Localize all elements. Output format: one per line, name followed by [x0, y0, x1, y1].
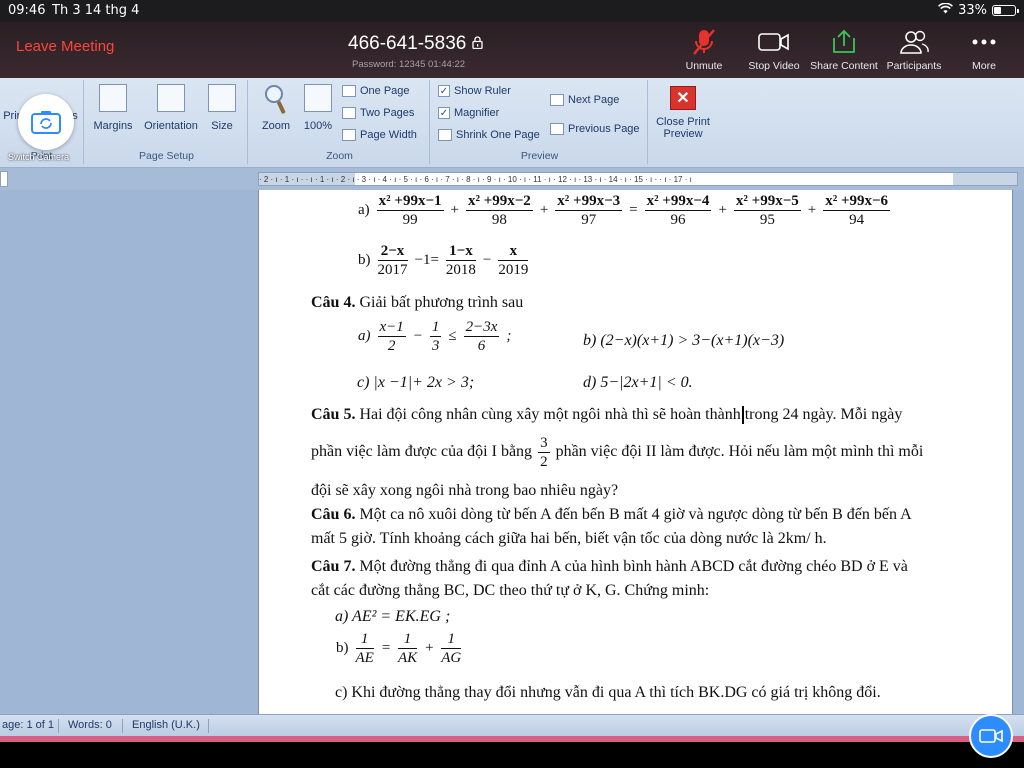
- margins-icon: [99, 84, 127, 112]
- question-4d: d) 5−|2x+1| < 0.: [583, 374, 693, 391]
- preview-group: ✓ Show Ruler ✓ Magnifier Shrink One Page N…: [432, 80, 648, 164]
- equation-b: b) 2−x 2017 −1= 1−x 2018 − x 2019: [358, 243, 529, 278]
- document-page[interactable]: a) x² +99x−1 99 + x² +99x−2 98 + x² +99x−3…: [258, 190, 1013, 714]
- word-ribbon: Prin s Print Margins Orientation Size Pa…: [0, 78, 1024, 168]
- question-4a: a) x−1 2 − 13 ≤ 2−3x 6 ;: [358, 319, 512, 354]
- switch-camera-button[interactable]: [18, 94, 74, 150]
- question-5-line-1: Câu 5. Hai đội công nhân cùng xây một ng…: [311, 406, 903, 425]
- equation-a: a) x² +99x−1 99 + x² +99x−2 98 + x² +99x−3…: [358, 193, 891, 228]
- size-icon: [208, 84, 236, 112]
- ruler-ticks: · 2 · ı · 1 · ı · · ı · 1 · ı · 2 · ı · …: [259, 175, 692, 184]
- magnifier-checkbox[interactable]: ✓ Magnifier: [438, 107, 499, 119]
- more-dots-icon: [944, 26, 1024, 58]
- magnifier-icon: [254, 84, 298, 120]
- participants-icon: [874, 26, 954, 58]
- page-width-icon: [342, 129, 356, 141]
- question-5-line-2: phần việc làm được của đội I bằng 32 phầ…: [311, 435, 924, 470]
- margins-button[interactable]: Margins: [90, 84, 136, 132]
- language[interactable]: English (U.K.): [132, 719, 200, 731]
- question-7a: a) AE² = EK.EG ;: [335, 608, 451, 625]
- size-button[interactable]: Size: [206, 84, 238, 132]
- bottom-border: [0, 742, 1024, 768]
- video-camera-icon: [979, 729, 1003, 743]
- meeting-id-text: 466-641-5836: [348, 33, 467, 54]
- status-right: 33%: [938, 2, 1019, 18]
- battery-percent: 33%: [958, 3, 987, 18]
- ruler-bar: · 2 · ı · 1 · ı · · ı · 1 · ı · 2 · ı · …: [0, 168, 1024, 190]
- page-100-icon: [304, 84, 332, 112]
- page-count[interactable]: age: 1 of 1: [2, 719, 54, 731]
- zoom-group: Zoom 100% One Page Two Pages Page Width …: [250, 80, 430, 164]
- show-ruler-checkbox[interactable]: ✓ Show Ruler: [438, 85, 511, 97]
- next-page-icon: [550, 94, 564, 106]
- muted-mic-icon: [664, 26, 744, 58]
- question-7b: b) 1 AE = 1 AK + 1 AG: [336, 631, 462, 666]
- clock: 09:46: [8, 3, 46, 18]
- orientation-icon: [157, 84, 185, 112]
- one-page-button[interactable]: One Page: [342, 85, 410, 97]
- question-5-line-3: đội sẽ xây xong ngôi nhà trong bao nhiêu…: [311, 482, 619, 499]
- previous-page-icon: [550, 123, 564, 135]
- question-4c: c) |x −1|+ 2x > 3;: [357, 374, 475, 391]
- question-7-line-1: Câu 7. Một đường thẳng đi qua đỉnh A của…: [311, 558, 908, 575]
- page-setup-group: Margins Orientation Size Page Setup: [86, 80, 248, 164]
- one-page-icon: [342, 85, 356, 97]
- wifi-icon: [938, 2, 954, 18]
- question-7c: c) Khi đường thẳng thay đổi nhưng vẫn đi…: [335, 684, 881, 701]
- lock-icon: [472, 36, 483, 52]
- ruler-tab-selector[interactable]: [0, 171, 8, 187]
- leave-meeting-button[interactable]: Leave Meeting: [16, 38, 114, 55]
- share-icon: [804, 26, 884, 58]
- switch-camera-label: Switch Camera: [8, 152, 70, 162]
- screen: 09:46 Th 3 14 thg 4 33% Leave Meeting 46…: [0, 0, 1024, 768]
- zoom-toolbar: Leave Meeting 466-641-5836 Password: 123…: [0, 22, 1024, 78]
- orientation-button[interactable]: Orientation: [138, 84, 204, 132]
- preview-group-label: Preview: [520, 150, 559, 162]
- text-cursor: [741, 406, 744, 425]
- checkbox-checked-icon: ✓: [438, 85, 450, 97]
- question-7-line-2: cắt các đường thẳng BC, DC theo thứ tự ở…: [311, 582, 710, 599]
- battery-icon: [992, 5, 1019, 16]
- question-6-line-2: mất 5 giờ. Tính khoảng cách giữa hai bến…: [311, 530, 827, 547]
- next-page-button[interactable]: Next Page: [550, 94, 619, 106]
- zoom-100-button[interactable]: 100%: [300, 84, 336, 132]
- video-float-button[interactable]: [969, 714, 1013, 758]
- horizontal-ruler[interactable]: · 2 · ı · 1 · ı · · ı · 1 · ı · 2 · ı · …: [258, 172, 1018, 186]
- checkbox-checked-icon: ✓: [438, 107, 450, 119]
- two-pages-button[interactable]: Two Pages: [342, 107, 414, 119]
- shrink-icon: [438, 129, 452, 141]
- meeting-password: Password: 12345 01:44:22: [352, 59, 466, 70]
- zoom-group-label: Zoom: [326, 150, 353, 162]
- video-camera-icon: [734, 26, 814, 58]
- two-pages-icon: [342, 107, 356, 119]
- switch-camera-icon: [31, 111, 61, 134]
- word-count[interactable]: Words: 0: [68, 719, 112, 731]
- shrink-one-page-button[interactable]: Shrink One Page: [438, 129, 540, 141]
- document-area: a) x² +99x−1 99 + x² +99x−2 98 + x² +99x−3…: [0, 190, 1024, 714]
- ios-status-bar: 09:46 Th 3 14 thg 4 33%: [0, 0, 1024, 22]
- question-4-heading: Câu 4. Giải bất phương trình sau: [311, 294, 524, 311]
- page-width-button[interactable]: Page Width: [342, 129, 417, 141]
- previous-page-button[interactable]: Previous Page: [550, 123, 640, 135]
- participants-button[interactable]: Participants: [874, 26, 954, 72]
- stop-video-button[interactable]: Stop Video: [734, 26, 814, 72]
- page-setup-label: Page Setup: [139, 150, 194, 162]
- zoom-button[interactable]: Zoom: [254, 84, 298, 132]
- more-button[interactable]: More: [944, 26, 1024, 72]
- question-6-line-1: Câu 6. Một ca nô xuôi dòng từ bến A đến …: [311, 506, 912, 523]
- meeting-id[interactable]: 466-641-5836: [348, 33, 483, 55]
- question-4b: b) (2−x)(x+1) > 3−(x+1)(x−3): [583, 332, 785, 349]
- date: Th 3 14 thg 4: [52, 3, 140, 18]
- unmute-button[interactable]: Unmute: [664, 26, 744, 72]
- word-status-bar: age: 1 of 1 Words: 0 English (U.K.): [0, 714, 1024, 736]
- share-content-button[interactable]: Share Content: [804, 26, 884, 72]
- close-x-icon: ✕: [670, 86, 696, 110]
- close-print-preview-button[interactable]: ✕ Close Print Preview: [652, 86, 714, 140]
